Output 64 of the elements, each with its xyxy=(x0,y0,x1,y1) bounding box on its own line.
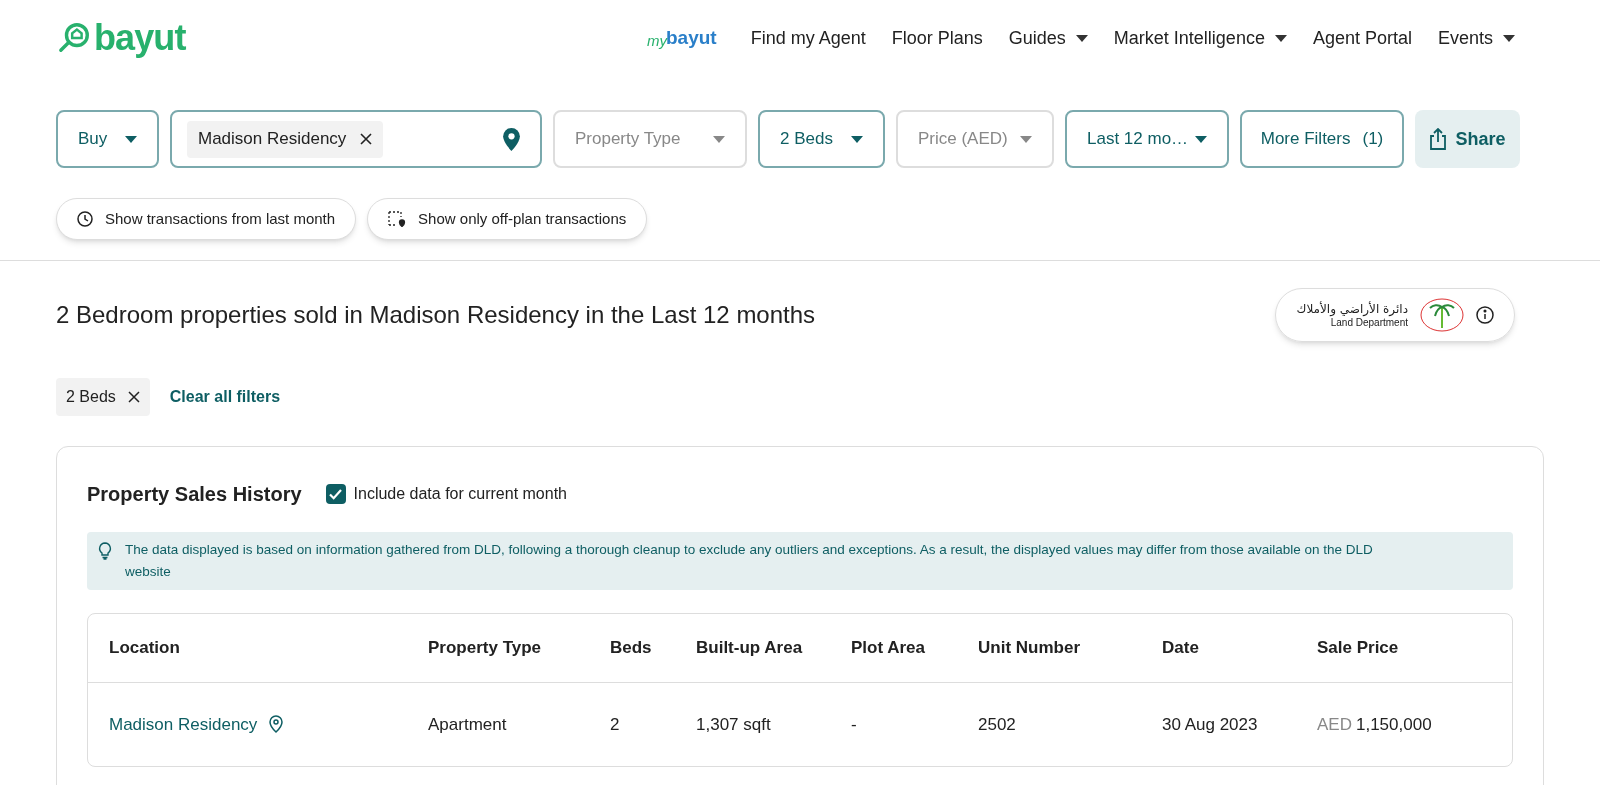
caret-icon xyxy=(125,135,137,143)
currency-label: AED xyxy=(1317,714,1352,734)
close-icon xyxy=(360,133,373,145)
caret-icon xyxy=(1195,135,1207,143)
column-header: Date xyxy=(1162,614,1317,682)
logo-icon xyxy=(58,21,92,55)
dropdown-select[interactable]: Property Type xyxy=(553,110,747,168)
column-header: Property Type xyxy=(428,614,610,682)
lightbulb-icon xyxy=(97,542,113,560)
dotted-square-pin-icon xyxy=(388,211,407,227)
nav-menu[interactable]: Events xyxy=(1437,24,1515,52)
nav-link[interactable]: Agent Portal xyxy=(1312,24,1412,52)
share-button[interactable]: Share xyxy=(1415,110,1520,168)
table-cell: 2502 xyxy=(978,714,1016,734)
dropdown-select[interactable]: Last 12 mo… xyxy=(1065,110,1229,168)
table-cell: 2 xyxy=(610,714,620,734)
more-filters-button[interactable]: More Filters (1) xyxy=(1240,110,1404,168)
mybayut-link[interactable]: mybayut xyxy=(647,23,725,53)
caret-icon xyxy=(1503,34,1515,42)
nav-menu[interactable]: Guides xyxy=(1008,24,1088,52)
nav-link[interactable]: Floor Plans xyxy=(891,24,983,52)
badge-arabic-text: دائرة الأراضي والأملاك xyxy=(1296,302,1408,315)
table-cell: Apartment xyxy=(428,714,507,734)
location-link[interactable]: Madison Residency xyxy=(109,711,284,737)
caret-icon xyxy=(1020,135,1032,143)
palm-tree-icon xyxy=(1420,298,1464,332)
checkbox-label: Include data for current month xyxy=(353,484,567,504)
column-header: Built-up Area xyxy=(696,614,851,682)
filter-toggle-button[interactable]: Show transactions from last month xyxy=(56,198,357,240)
clock-icon xyxy=(77,211,93,227)
dropdown-select[interactable]: Buy xyxy=(56,110,159,168)
checkbox[interactable] xyxy=(325,484,346,504)
pin-icon xyxy=(269,715,284,734)
location-chip[interactable]: Madison Residency xyxy=(187,120,384,158)
checkmark-icon xyxy=(329,488,343,500)
column-header: Plot Area xyxy=(851,614,978,682)
share-icon xyxy=(1429,128,1448,150)
column-header: Sale Price xyxy=(1317,614,1512,682)
applied-filter-chip[interactable]: 2 Beds xyxy=(56,378,150,416)
page-heading: 2 Bedroom properties sold in Madison Residency in the Last 12 months xyxy=(56,300,816,330)
badge-text: Land Department xyxy=(1330,317,1408,328)
location-field[interactable]: Madison Residency xyxy=(170,110,542,168)
caret-icon xyxy=(713,135,725,143)
nav-menu[interactable]: Market Intelligence xyxy=(1113,24,1287,52)
card-title: Property Sales History xyxy=(87,482,302,507)
dropdown-select[interactable]: Price (AED) xyxy=(896,110,1054,168)
nav-link[interactable]: Find my Agent xyxy=(750,24,866,52)
table-cell: 1,307 sqft xyxy=(696,714,771,734)
clear-filters-link[interactable]: Clear all filters xyxy=(169,385,281,409)
column-header: Location xyxy=(88,614,428,682)
caret-icon xyxy=(851,135,863,143)
column-header: Unit Number xyxy=(978,614,1162,682)
table-cell: 1,150,000 xyxy=(1355,714,1432,734)
caret-icon xyxy=(1274,34,1287,42)
table-cell: 30 Aug 2023 xyxy=(1162,714,1258,734)
pin-icon xyxy=(503,127,520,151)
filter-toggle-button[interactable]: Show only off-plan transactions xyxy=(367,198,648,240)
caret-icon xyxy=(1075,34,1088,42)
info-icon xyxy=(1476,306,1494,324)
notice-text: The data displayed is based on information gathered from DLD, following a thorough cleanup to exclude any outliers and exceptions. As a result, the displayed values may differ from those available on the DLD website xyxy=(125,541,1374,581)
dropdown-select[interactable]: 2 Beds xyxy=(758,110,885,168)
table-cell: - xyxy=(851,714,857,734)
close-icon xyxy=(127,391,140,403)
column-header: Beds xyxy=(610,614,696,682)
